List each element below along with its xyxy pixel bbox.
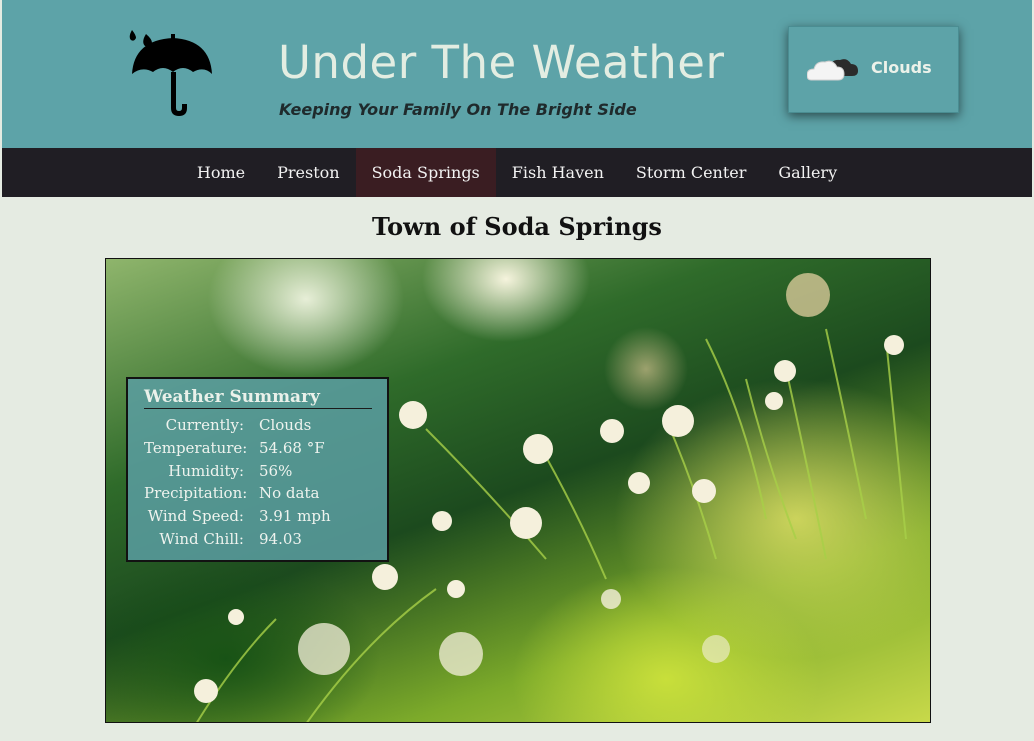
summary-row-precipitation: Precipitation: No data bbox=[144, 482, 372, 505]
summary-row-wind-chill: Wind Chill: 94.03 bbox=[144, 528, 372, 551]
summary-label: Wind Chill: bbox=[159, 529, 244, 548]
summary-value: 94.03 bbox=[259, 529, 302, 548]
site-tagline: Keeping Your Family On The Bright Side bbox=[279, 100, 637, 119]
summary-value: No data bbox=[259, 484, 320, 503]
summary-label: Currently: bbox=[165, 416, 244, 434]
summary-row-currently: Currently: Clouds bbox=[144, 414, 372, 437]
current-weather-label: Clouds bbox=[871, 58, 932, 77]
page-title: Town of Soda Springs bbox=[372, 212, 662, 241]
nav-item-fish-haven[interactable]: Fish Haven bbox=[496, 148, 620, 197]
nav-item-home[interactable]: Home bbox=[181, 148, 261, 197]
summary-value: 56% bbox=[259, 461, 293, 480]
umbrella-rain-icon bbox=[129, 30, 212, 116]
nav-item-soda-springs[interactable]: Soda Springs bbox=[355, 148, 496, 197]
cloud-icon bbox=[807, 59, 858, 81]
summary-value: 54.68 °F bbox=[259, 438, 325, 457]
summary-value: 3.91 mph bbox=[259, 507, 331, 526]
summary-label: Wind Speed: bbox=[147, 507, 244, 526]
site-title: Under The Weather bbox=[278, 36, 725, 89]
nav-item-preston[interactable]: Preston bbox=[261, 148, 355, 197]
summary-row-temperature: Temperature: 54.68 °F bbox=[144, 437, 372, 460]
nav-item-storm-center[interactable]: Storm Center bbox=[620, 148, 763, 197]
summary-label: Temperature: bbox=[144, 438, 248, 457]
summary-label: Precipitation: bbox=[144, 484, 248, 503]
hero-image: Weather Summary Currently: Clouds Temper… bbox=[105, 258, 931, 723]
weather-summary-panel: Weather Summary Currently: Clouds Temper… bbox=[126, 377, 389, 562]
current-weather-badge: Clouds bbox=[788, 26, 959, 113]
nav-item-gallery[interactable]: Gallery bbox=[762, 148, 853, 197]
summary-row-wind-speed: Wind Speed: 3.91 mph bbox=[144, 505, 372, 528]
summary-value: Clouds bbox=[259, 416, 312, 434]
main-nav: Home Preston Soda Springs Fish Haven Sto… bbox=[2, 148, 1032, 197]
site-header: Under The Weather Keeping Your Family On… bbox=[2, 0, 1032, 148]
weather-summary-heading: Weather Summary bbox=[144, 387, 372, 409]
summary-row-humidity: Humidity: 56% bbox=[144, 460, 372, 483]
summary-label: Humidity: bbox=[168, 461, 244, 480]
